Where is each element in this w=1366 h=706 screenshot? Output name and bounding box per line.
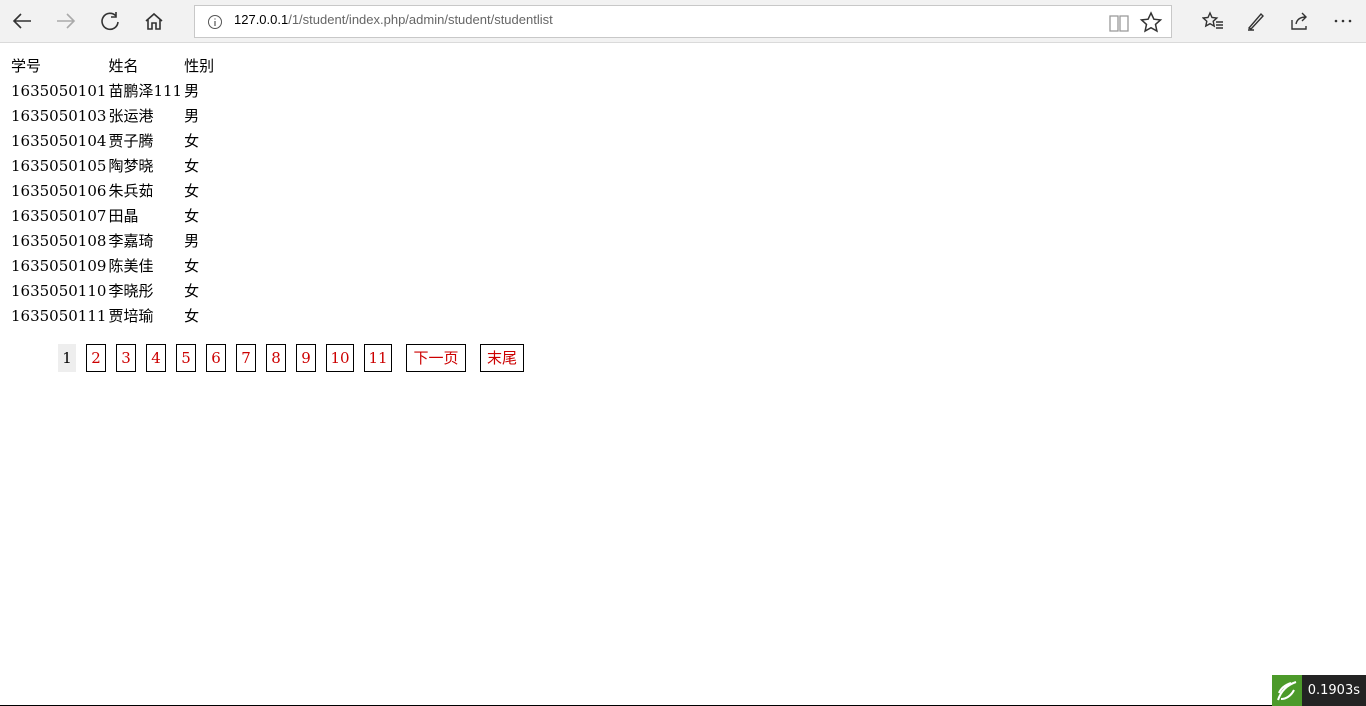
student-id-cell: 1635050105 — [11, 157, 107, 175]
table-row: 1635050104 贾子腾 女 — [11, 130, 214, 153]
name-cell: 李晓彤 — [108, 282, 154, 300]
home-icon — [145, 12, 163, 30]
header-student-id: 学号 — [11, 57, 42, 75]
gender-cell: 女 — [184, 182, 200, 200]
framework-logo-icon[interactable] — [1271, 675, 1302, 706]
gender-cell: 女 — [184, 132, 200, 150]
gender-cell: 女 — [184, 157, 200, 175]
header-name: 姓名 — [108, 57, 139, 75]
url-path: /1/student/index.php/admin/student/stude… — [288, 12, 553, 27]
page-link-11[interactable]: 11 — [364, 344, 392, 372]
table-row: 1635050109 陈美佳 女 — [11, 255, 214, 278]
arrow-right-icon — [57, 13, 76, 29]
share-icon — [1291, 12, 1307, 30]
gender-cell: 男 — [184, 107, 200, 125]
gender-cell: 女 — [184, 257, 200, 275]
reading-view-icon[interactable] — [1107, 12, 1131, 34]
gender-cell: 女 — [184, 207, 200, 225]
last-page-link[interactable]: 末尾 — [480, 344, 524, 372]
address-bar[interactable]: 127.0.0.1/1/student/index.php/admin/stud… — [194, 5, 1172, 38]
student-id-cell: 1635050104 — [11, 132, 107, 150]
home-button[interactable] — [137, 5, 171, 37]
next-page-link[interactable]: 下一页 — [406, 344, 466, 372]
trace-time: 0.1903s — [1301, 675, 1366, 706]
page-link-7[interactable]: 7 — [236, 344, 256, 372]
name-cell: 张运港 — [108, 107, 154, 125]
leaf-icon — [1276, 680, 1297, 700]
table-row: 1635050106 朱兵茹 女 — [11, 180, 214, 203]
student-id-cell: 1635050103 — [11, 107, 107, 125]
pen-icon — [1247, 12, 1264, 31]
table-row: 1635050108 李嘉琦 男 — [11, 230, 214, 253]
gender-cell: 男 — [184, 232, 200, 250]
page-link-5[interactable]: 5 — [176, 344, 196, 372]
student-id-cell: 1635050109 — [11, 257, 107, 275]
page-current: 1 — [58, 344, 76, 372]
page-link-4[interactable]: 4 — [146, 344, 166, 372]
gender-cell: 女 — [184, 307, 200, 325]
favorites-hub-button[interactable] — [1196, 5, 1230, 37]
refresh-button[interactable] — [93, 5, 127, 37]
more-dots-icon — [1334, 19, 1352, 23]
name-cell: 贾子腾 — [108, 132, 154, 150]
student-id-cell: 1635050106 — [11, 182, 107, 200]
share-button[interactable] — [1282, 5, 1316, 37]
arrow-left-icon — [12, 13, 31, 29]
forward-button[interactable] — [49, 5, 83, 37]
page-link-9[interactable]: 9 — [296, 344, 316, 372]
favorite-star-icon[interactable] — [1139, 11, 1163, 33]
browser-toolbar: 127.0.0.1/1/student/index.php/admin/stud… — [0, 0, 1366, 43]
table-row: 1635050111 贾培瑜 女 — [11, 305, 214, 328]
table-row: 1635050101 苗鹏泽111 男 — [11, 80, 214, 103]
name-cell: 李嘉琦 — [108, 232, 154, 250]
info-icon[interactable] — [207, 14, 223, 30]
page-link-8[interactable]: 8 — [266, 344, 286, 372]
trace-badge[interactable]: 0.1903s — [1271, 675, 1366, 706]
student-id-cell: 1635050110 — [11, 282, 107, 300]
table-row: 1635050103 张运港 男 — [11, 105, 214, 128]
name-cell: 陶梦晓 — [108, 157, 154, 175]
table-row: 1635050105 陶梦晓 女 — [11, 155, 214, 178]
student-id-cell: 1635050107 — [11, 207, 107, 225]
refresh-icon — [101, 12, 119, 31]
student-table: 学号 姓名 性别 1635050101 苗鹏泽111 男 1635050103 张运港… — [9, 53, 216, 330]
page-link-10[interactable]: 10 — [326, 344, 354, 372]
table-row: 1635050107 田晶 女 — [11, 205, 214, 228]
url-text[interactable]: 127.0.0.1/1/student/index.php/admin/stud… — [234, 12, 553, 27]
header-gender: 性别 — [184, 57, 215, 75]
page-link-2[interactable]: 2 — [86, 344, 106, 372]
name-cell: 朱兵茹 — [108, 182, 154, 200]
page-link-6[interactable]: 6 — [206, 344, 226, 372]
url-host: 127.0.0.1 — [234, 12, 289, 27]
table-header-row: 学号 姓名 性别 — [11, 55, 214, 78]
back-button[interactable] — [5, 5, 39, 37]
page-link-3[interactable]: 3 — [116, 344, 136, 372]
gender-cell: 女 — [184, 282, 200, 300]
table-row: 1635050110 李晓彤 女 — [11, 280, 214, 303]
name-cell: 田晶 — [108, 207, 139, 225]
web-note-button[interactable] — [1239, 5, 1273, 37]
gender-cell: 男 — [184, 82, 200, 100]
favorites-list-icon — [1202, 11, 1223, 29]
student-id-cell: 1635050108 — [11, 232, 107, 250]
name-cell: 陈美佳 — [108, 257, 154, 275]
name-cell: 苗鹏泽111 — [108, 82, 183, 100]
more-button[interactable] — [1326, 5, 1360, 37]
name-cell: 贾培瑜 — [108, 307, 154, 325]
student-id-cell: 1635050111 — [11, 307, 107, 325]
student-id-cell: 1635050101 — [11, 82, 107, 100]
